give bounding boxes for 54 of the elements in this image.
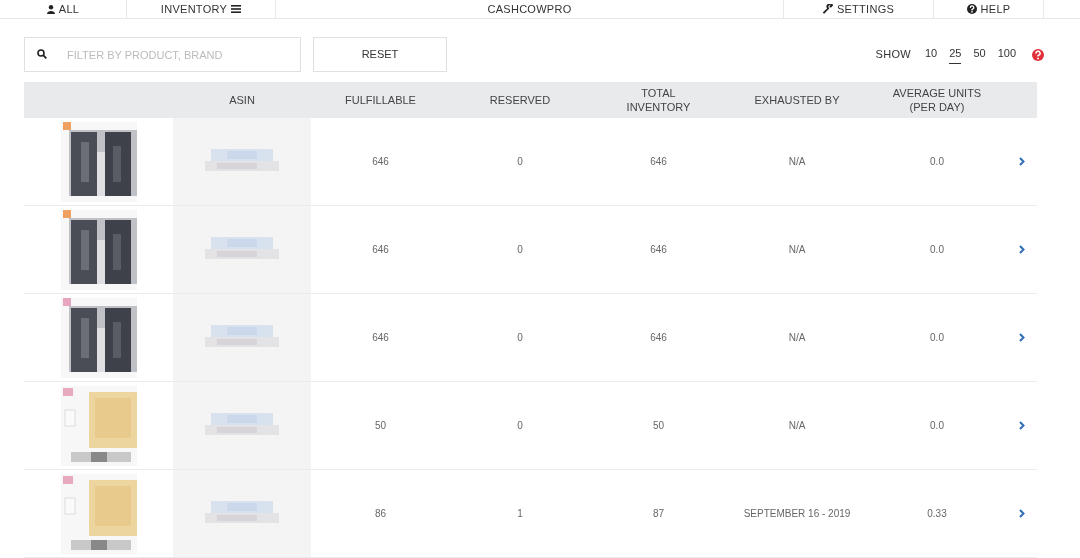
table-cell-text: 0.0: [930, 419, 944, 433]
help-icon: [966, 4, 977, 14]
search-field[interactable]: FILTER BY PRODUCT, BRAND: [24, 37, 301, 72]
user-icon: [46, 4, 55, 14]
page-size-option[interactable]: 10: [924, 45, 938, 64]
table-cell-text: 87: [652, 507, 665, 521]
table-cell-text: 646: [372, 155, 389, 169]
column-header: RESERVED: [489, 93, 551, 107]
nav-tab[interactable]: HELP: [934, 0, 1044, 18]
table-cell-text: 50: [374, 419, 387, 433]
page-size-option[interactable]: 50: [973, 45, 986, 64]
chevron-right-icon[interactable]: [1019, 245, 1025, 254]
help-icon[interactable]: [1032, 48, 1044, 61]
table-cell-text: 646: [650, 331, 667, 345]
table-cell-text: 0: [517, 419, 523, 433]
table-cell-text: 50: [652, 419, 665, 433]
table-cell-text: 0.33: [927, 507, 947, 521]
chevron-right-icon[interactable]: [1019, 509, 1025, 518]
reset-button[interactable]: RESET: [313, 37, 447, 72]
table-cell-text: 86: [374, 507, 387, 521]
table-cell-text: 0: [517, 155, 523, 169]
brand-title[interactable]: CASHCOWPRO: [276, 0, 784, 18]
table-cell-text: 0.0: [930, 331, 944, 345]
nav-tab[interactable]: SETTINGS: [784, 0, 934, 18]
page-size-option[interactable]: 100: [997, 45, 1016, 64]
table-cell-text: 646: [650, 243, 667, 257]
table-cell-text: 646: [650, 155, 667, 169]
chevron-right-icon[interactable]: [1019, 157, 1025, 166]
table-cell-text: 1: [517, 507, 523, 521]
column-header: TOTAL INVENTORY: [625, 86, 692, 114]
table-cell-text: 0.0: [930, 155, 944, 169]
nav-tab[interactable]: INVENTORY: [127, 0, 276, 18]
nav-tab[interactable]: ALL: [0, 0, 127, 18]
table-cell-text: 0.0: [930, 243, 944, 257]
show-label: SHOW: [875, 47, 911, 63]
page-size-option[interactable]: 25: [949, 45, 962, 64]
table-cell-text: 0: [517, 331, 523, 345]
search-icon: [37, 49, 47, 59]
table-cell-text: 646: [372, 243, 389, 257]
chevron-right-icon[interactable]: [1019, 421, 1025, 430]
column-header: EXHAUSTED BY: [754, 93, 840, 107]
table-cell-text: N/A: [788, 331, 806, 345]
table-cell-text: N/A: [788, 243, 806, 257]
column-header: AVERAGE UNITS (PER DAY): [892, 86, 982, 114]
table-cell-text: 646: [372, 331, 389, 345]
menu-icon: [231, 5, 242, 13]
table-cell-text: N/A: [788, 155, 806, 169]
column-header: FULFILLABLE: [345, 93, 416, 107]
table-cell-text: SEPTEMBER 16 - 2019: [743, 507, 851, 521]
table-cell-text: 0: [517, 243, 523, 257]
table-cell-text: N/A: [788, 419, 806, 433]
chevron-right-icon[interactable]: [1019, 333, 1025, 342]
wrench-icon: [822, 4, 833, 14]
column-header: ASIN: [229, 93, 255, 107]
